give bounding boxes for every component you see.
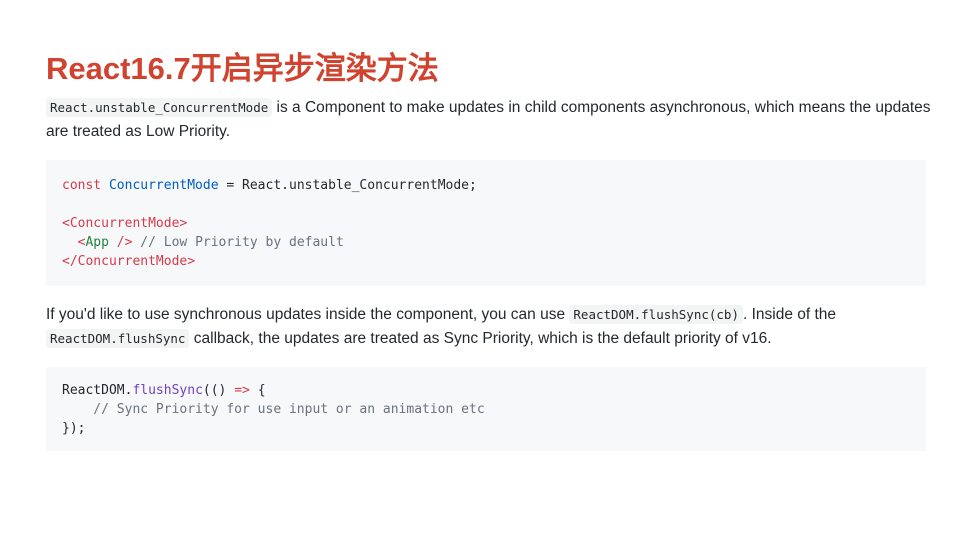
code-object: ReactDOM. — [62, 383, 133, 398]
code-text: = React.unstable_ConcurrentMode; — [218, 178, 477, 193]
code-block-concurrent-mode: const ConcurrentMode = React.unstable_Co… — [46, 160, 926, 286]
inline-code-flushsync: ReactDOM.flushSync — [46, 329, 190, 348]
code-comment: // Sync Priority for use input or an ani… — [62, 402, 485, 417]
flushsync-text-3: callback, the updates are treated as Syn… — [189, 330, 772, 347]
code-keyword: const — [62, 178, 102, 193]
inline-code-concurrent-mode: React.unstable_ConcurrentMode — [46, 98, 273, 117]
page-title: React16.7开启异步渲染方法 — [46, 51, 439, 86]
flushsync-paragraph: If you'd like to use synchronous updates… — [46, 303, 936, 351]
code-close: }); — [62, 421, 86, 436]
code-jsx-self-close: /> — [108, 235, 133, 250]
code-jsx-tag: App — [85, 235, 109, 250]
code-comment: // Low Priority by default — [132, 235, 344, 250]
slide: React16.7开启异步渲染方法 React.unstable_Concurr… — [0, 0, 960, 540]
code-args: (() — [202, 383, 235, 398]
code-block-flushsync: ReactDOM.flushSync(() => { // Sync Prior… — [46, 367, 926, 451]
code-jsx-close-tag: </ConcurrentMode> — [62, 254, 196, 269]
code-identifier: ConcurrentMode — [108, 178, 219, 193]
code-function: flushSync — [132, 383, 203, 398]
flushsync-text-2: . Inside of the — [742, 306, 837, 323]
flushsync-text-1: If you'd like to use synchronous updates… — [46, 306, 570, 323]
inline-code-flushsync-cb: ReactDOM.flushSync(cb) — [569, 305, 743, 324]
intro-paragraph: React.unstable_ConcurrentMode is a Compo… — [46, 96, 936, 144]
code-jsx-open-tag: <ConcurrentMode> — [62, 216, 188, 231]
code-brace: { — [249, 383, 266, 398]
code-arrow: => — [234, 383, 250, 398]
